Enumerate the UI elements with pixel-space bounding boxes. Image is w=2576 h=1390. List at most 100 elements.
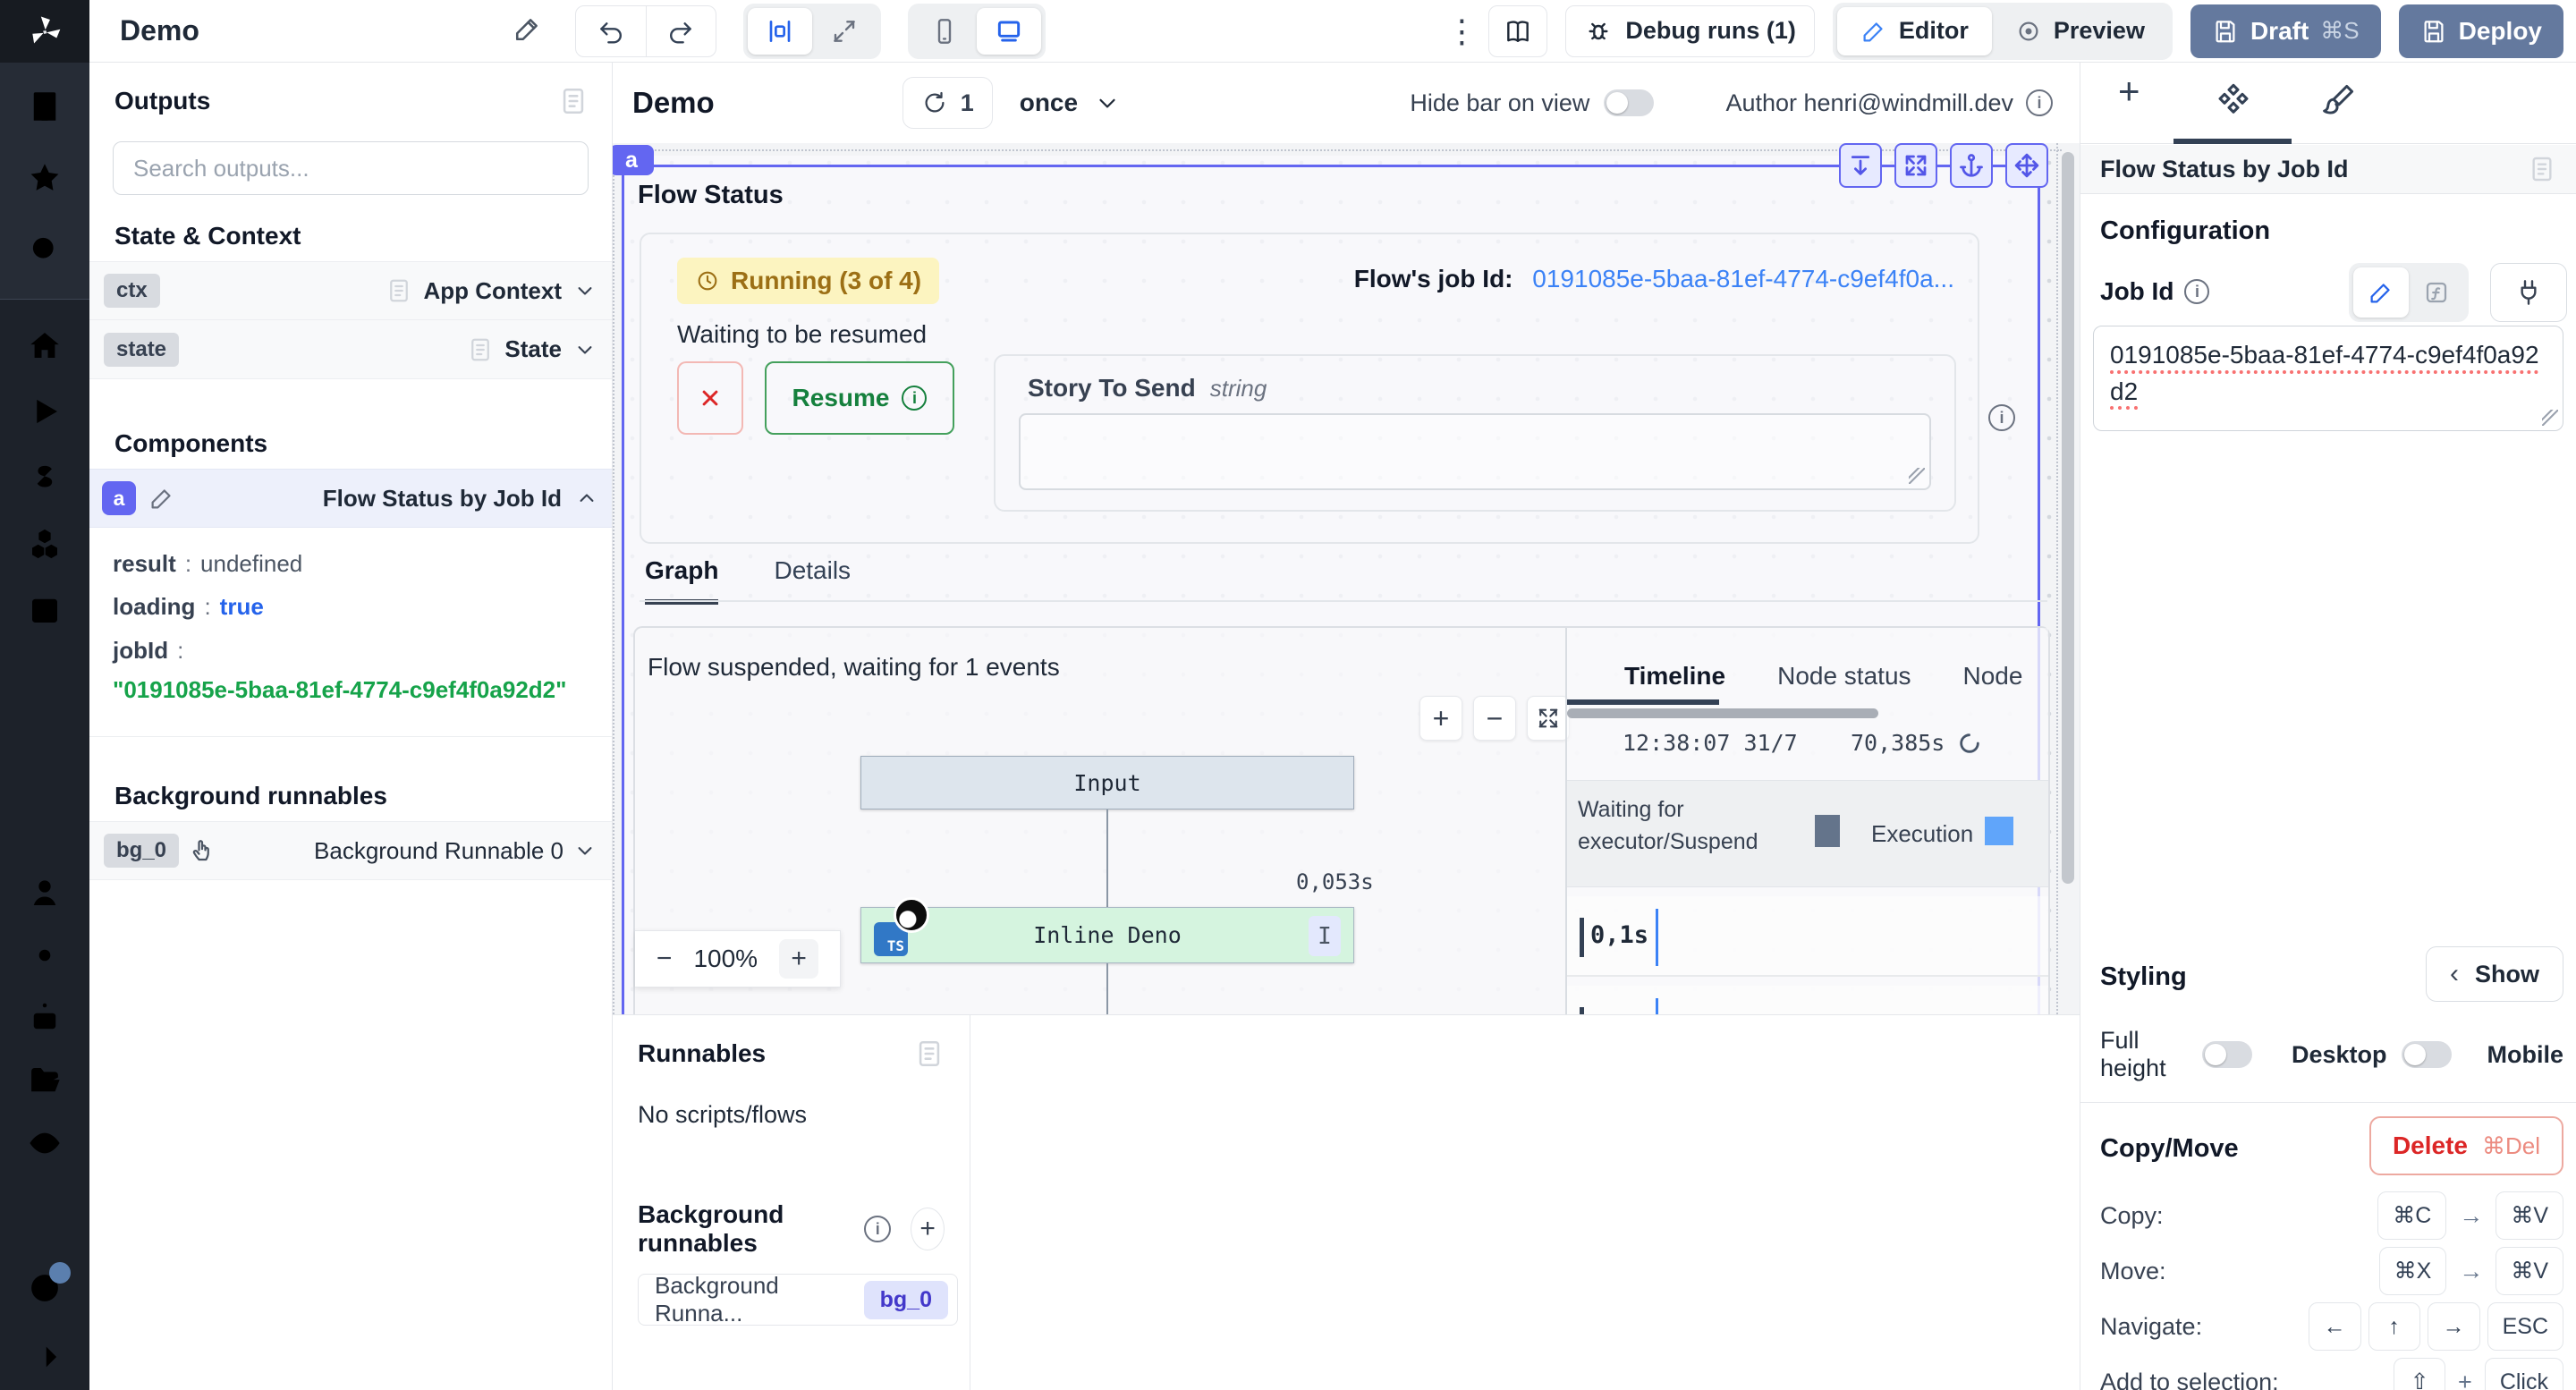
ctx-row[interactable]: ctx App Context	[89, 261, 612, 320]
fullwidth-layout-button[interactable]	[812, 8, 877, 55]
app-canvas[interactable]: a Flow Status Running (3 of 4) Flow'	[613, 143, 2080, 1014]
background-runnable-item[interactable]: Background Runna... bg_0	[638, 1274, 958, 1326]
waiting-text: Waiting to be resumed	[677, 320, 927, 349]
windmill-logo[interactable]	[0, 0, 89, 63]
background-runnables-info-icon[interactable]: i	[864, 1216, 891, 1242]
legend-execution-swatch	[1985, 817, 2013, 845]
tab-node-status[interactable]: Node status	[1777, 662, 1911, 691]
component-id-tab[interactable]: a	[613, 145, 654, 175]
expand-down-button[interactable]	[1839, 143, 1882, 188]
anchor-component-button[interactable]	[1950, 143, 1993, 188]
tab-node-definition[interactable]: Node	[1963, 662, 2023, 691]
docs-panel-icon[interactable]	[914, 1038, 945, 1069]
audit-eye-icon[interactable]	[26, 1124, 64, 1162]
tab-timeline[interactable]: Timeline	[1624, 662, 1725, 691]
desktop-view-button[interactable]	[977, 8, 1041, 55]
schedules-calendar-icon[interactable]	[26, 591, 64, 629]
search-outputs-input[interactable]	[113, 141, 589, 195]
expand-component-button[interactable]	[1894, 143, 1937, 188]
runs-play-icon[interactable]	[26, 393, 64, 430]
user-icon[interactable]	[26, 874, 64, 911]
eval-input-mode-button[interactable]	[2409, 267, 2464, 318]
author-info-icon[interactable]: i	[2026, 89, 2053, 116]
fit-view-button[interactable]	[1527, 696, 1570, 741]
zoom-level: 100%	[693, 945, 758, 973]
full-height-toggle[interactable]	[2202, 1041, 2252, 1068]
resume-button[interactable]: Resume i	[765, 361, 954, 435]
tab-editor[interactable]: Editor	[1837, 7, 1992, 55]
tab-insert-component[interactable]: +	[2118, 70, 2140, 113]
search-icon[interactable]	[26, 231, 64, 268]
chevron-down-icon[interactable]	[572, 337, 597, 362]
settings-gear-icon[interactable]	[26, 937, 64, 974]
state-row[interactable]: state State	[89, 320, 612, 379]
resize-handle[interactable]	[1909, 468, 1925, 484]
tab-graph[interactable]: Graph	[645, 556, 718, 605]
refresh-frequency-dropdown[interactable]: once	[1020, 89, 1121, 117]
pencil-icon	[1860, 18, 1887, 45]
canvas-scrollbar[interactable]	[2062, 152, 2074, 884]
add-background-runnable-button[interactable]: +	[911, 1208, 945, 1250]
more-menu-button[interactable]: ⋮	[1445, 13, 1470, 50]
desktop-toggle[interactable]	[2402, 1041, 2452, 1068]
flow-node-input[interactable]: Input	[860, 756, 1354, 809]
undo-button[interactable]	[576, 6, 646, 56]
job-id-value: 0191085e-5baa-81ef-4774-c9ef4f0a92d2	[2110, 341, 2539, 405]
active-tab-underline	[1567, 699, 1719, 705]
story-textarea[interactable]	[1019, 413, 1931, 490]
docs-panel-icon[interactable]	[558, 86, 589, 116]
draft-button[interactable]: Draft ⌘S	[2190, 4, 2381, 58]
bg-runnable-row[interactable]: bg_0 Background Runnable 0	[89, 821, 612, 880]
docs-button[interactable]	[1488, 5, 1547, 57]
tab-preview[interactable]: Preview	[1992, 7, 2168, 55]
home-icon[interactable]	[26, 326, 64, 364]
cancel-flow-button[interactable]	[677, 361, 743, 435]
show-styling-button[interactable]: ‹ Show	[2426, 946, 2563, 1002]
billing-dollar-icon[interactable]	[26, 459, 64, 496]
workspace-building-icon[interactable]	[26, 88, 64, 125]
edit-id-pencil-icon[interactable]	[148, 485, 175, 512]
zoom-out-button[interactable]: −	[1473, 696, 1516, 741]
job-id-info-icon[interactable]: i	[2184, 279, 2209, 304]
chevron-down-icon[interactable]	[572, 278, 597, 303]
mobile-view-button[interactable]	[912, 8, 977, 55]
chevron-down-icon[interactable]	[572, 838, 597, 863]
draft-shortcut: ⌘S	[2320, 17, 2359, 45]
tab-styling[interactable]	[2318, 81, 2358, 124]
timeline-horizontal-scrollbar[interactable]	[1567, 708, 1878, 718]
centered-layout-button[interactable]	[748, 8, 812, 55]
favorites-star-icon[interactable]	[26, 159, 64, 197]
redo-button[interactable]	[646, 6, 716, 56]
tab-component-settings[interactable]	[2213, 81, 2254, 126]
refresh-count-button[interactable]: 1	[902, 77, 993, 129]
hide-bar-toggle[interactable]	[1604, 89, 1654, 116]
flow-graph[interactable]: Flow suspended, waiting for 1 events + −…	[635, 628, 1565, 1014]
job-id-textarea[interactable]: 0191085e-5baa-81ef-4774-c9ef4f0a92d2	[2093, 326, 2563, 431]
rename-app-icon[interactable]	[513, 13, 543, 48]
tab-details[interactable]: Details	[774, 556, 851, 605]
delete-shortcut: ⌘Del	[2482, 1132, 2540, 1160]
component-a-title: Flow Status by Job Id	[323, 485, 562, 513]
folders-icon[interactable]	[26, 1062, 64, 1099]
zoom-in-small-button[interactable]: +	[779, 939, 818, 979]
move-component-button[interactable]	[2005, 143, 2048, 188]
debug-runs-button[interactable]: Debug runs (1)	[1565, 5, 1815, 57]
resize-handle[interactable]	[2542, 410, 2558, 426]
chevron-up-icon[interactable]	[574, 486, 599, 511]
workers-robot-icon[interactable]	[26, 999, 64, 1037]
form-info-icon[interactable]: i	[1988, 404, 2015, 431]
flow-node-inline-deno[interactable]: TS Inline Deno I	[860, 907, 1354, 963]
shortcut-row-navigate: Navigate: ← ↑ → ESC	[2100, 1302, 2563, 1351]
collapse-rail-arrow-icon[interactable]	[26, 1338, 64, 1376]
resources-cubes-icon[interactable]	[26, 525, 64, 563]
help-button[interactable]	[26, 1269, 64, 1311]
job-id-link[interactable]: 0191085e-5baa-81ef-4774-c9ef4f0a...	[1532, 265, 1954, 292]
zoom-in-button[interactable]: +	[1419, 696, 1462, 741]
connect-input-button[interactable]	[2490, 263, 2567, 322]
zoom-out-small-button[interactable]: −	[657, 944, 673, 974]
docs-panel-icon[interactable]	[2528, 155, 2556, 183]
delete-component-button[interactable]: Delete ⌘Del	[2369, 1116, 2563, 1175]
static-input-mode-button[interactable]	[2353, 267, 2409, 318]
deploy-button[interactable]: Deploy	[2399, 4, 2563, 58]
component-a-row[interactable]: a Flow Status by Job Id	[89, 469, 612, 528]
